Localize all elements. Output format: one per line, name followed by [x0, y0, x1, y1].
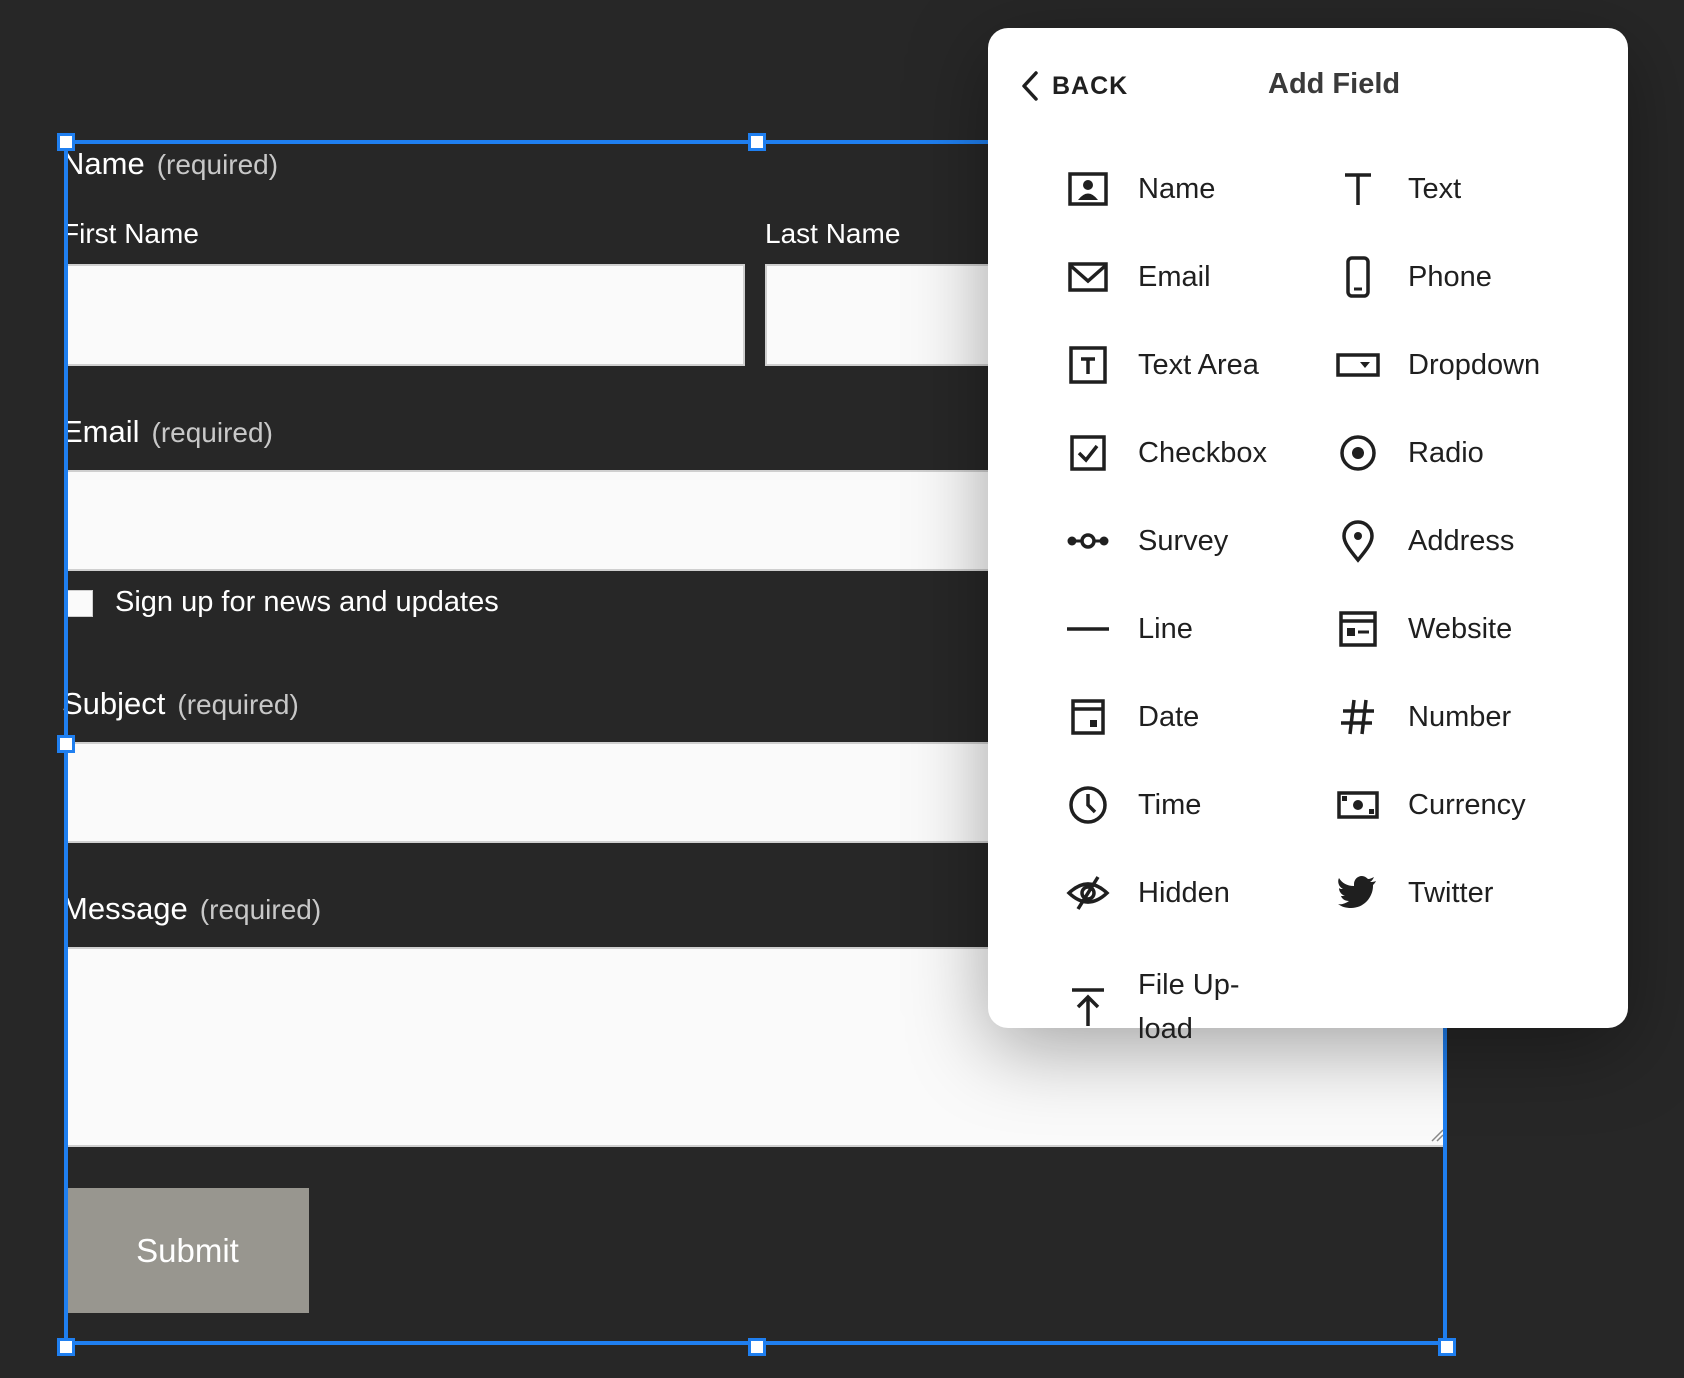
field-option-label: Address [1408, 525, 1515, 557]
checkbox-icon [1064, 429, 1112, 477]
message-required-text: (required) [199, 894, 322, 925]
field-option-label: Date [1138, 701, 1200, 733]
field-option-label: Radio [1408, 437, 1484, 469]
field-option-label: Time [1138, 789, 1202, 821]
subject-required-text: (required) [177, 689, 299, 720]
field-option-number[interactable]: Number [1334, 687, 1511, 747]
add-field-panel: BACK Add Field Name Text Email Phone Tex… [988, 28, 1628, 1045]
calendar-icon [1064, 693, 1112, 741]
banknote-icon [1334, 781, 1382, 829]
first-name-input[interactable] [66, 264, 745, 366]
email-required-text: (required) [151, 417, 273, 448]
field-option-checkbox[interactable]: Checkbox [1064, 423, 1267, 483]
field-option-label: Phone [1408, 261, 1492, 293]
eye-off-icon [1064, 869, 1112, 917]
field-option-label: Checkbox [1138, 437, 1267, 469]
survey-icon [1064, 517, 1112, 565]
submit-button[interactable]: Submit [66, 1188, 309, 1313]
subject-label-text: Subject [62, 686, 166, 721]
email-label-text: Email [62, 414, 140, 449]
resize-grip-icon[interactable] [1430, 1128, 1444, 1142]
name-label-text: Name [62, 146, 145, 181]
hash-icon [1334, 693, 1382, 741]
field-option-label: Number [1408, 701, 1512, 733]
resize-handle-top-left[interactable] [57, 133, 75, 151]
field-option-address[interactable]: Address [1334, 511, 1514, 571]
back-label: BACK [1052, 71, 1129, 100]
name-field-label: Name (required) [62, 146, 278, 182]
envelope-icon [1064, 253, 1112, 301]
field-option-dropdown[interactable]: Dropdown [1334, 335, 1540, 395]
field-option-label: Text [1408, 173, 1462, 205]
email-field-label: Email (required) [62, 414, 273, 450]
website-icon [1334, 605, 1382, 653]
field-option-label: Currency [1408, 789, 1526, 821]
phone-icon [1334, 253, 1382, 301]
text-area-icon [1064, 341, 1112, 389]
upload-icon [1064, 983, 1112, 1031]
field-option-name[interactable]: Name [1064, 159, 1215, 219]
field-option-hidden[interactable]: Hidden [1064, 863, 1230, 923]
name-required-text: (required) [156, 149, 279, 180]
clock-icon [1064, 781, 1112, 829]
newsletter-checkbox[interactable] [66, 590, 93, 617]
twitter-bird-icon [1334, 869, 1382, 917]
text-icon [1334, 165, 1382, 213]
field-option-line[interactable]: Line [1064, 599, 1193, 659]
name-card-icon [1064, 165, 1112, 213]
field-option-file-upload[interactable]: File Up- load [1064, 963, 1240, 1051]
field-option-text[interactable]: Text [1334, 159, 1461, 219]
field-option-label: File Up- load [1138, 969, 1240, 1045]
field-option-radio[interactable]: Radio [1334, 423, 1484, 483]
field-option-label: Dropdown [1408, 349, 1541, 381]
resize-handle-bottom-right[interactable] [1438, 1338, 1456, 1356]
field-option-email[interactable]: Email [1064, 247, 1211, 307]
field-option-text-area[interactable]: Text Area [1064, 335, 1259, 395]
back-button[interactable]: BACK [1018, 66, 1128, 106]
message-field-label: Message (required) [62, 891, 321, 927]
newsletter-label: Sign up for news and updates [115, 586, 499, 618]
field-option-label: Twitter [1408, 877, 1494, 909]
panel-title: Add Field [1268, 68, 1401, 100]
field-option-survey[interactable]: Survey [1064, 511, 1228, 571]
resize-handle-top-center[interactable] [748, 133, 766, 151]
field-option-label: Survey [1138, 525, 1229, 557]
field-option-twitter[interactable]: Twitter [1334, 863, 1493, 923]
message-label-text: Message [62, 891, 188, 926]
resize-handle-middle-left[interactable] [57, 735, 75, 753]
first-name-label: First Name [62, 218, 199, 249]
field-option-label: Email [1138, 261, 1211, 293]
chevron-left-icon [1022, 71, 1038, 101]
subject-field-label: Subject (required) [62, 686, 299, 722]
field-option-label: Name [1138, 173, 1216, 205]
dropdown-icon [1334, 341, 1382, 389]
field-option-date[interactable]: Date [1064, 687, 1199, 747]
resize-handle-bottom-center[interactable] [748, 1338, 766, 1356]
field-option-website[interactable]: Website [1334, 599, 1512, 659]
field-option-label: Text Area [1138, 349, 1259, 381]
map-pin-icon [1334, 517, 1382, 565]
last-name-label: Last Name [765, 218, 901, 249]
radio-icon [1334, 429, 1382, 477]
line-icon [1064, 605, 1112, 653]
field-option-phone[interactable]: Phone [1334, 247, 1492, 307]
resize-handle-bottom-left[interactable] [57, 1338, 75, 1356]
field-option-currency[interactable]: Currency [1334, 775, 1526, 835]
field-option-label: Line [1138, 613, 1193, 645]
field-option-label: Website [1408, 613, 1513, 645]
field-option-label: Hidden [1138, 877, 1230, 909]
field-option-time[interactable]: Time [1064, 775, 1201, 835]
